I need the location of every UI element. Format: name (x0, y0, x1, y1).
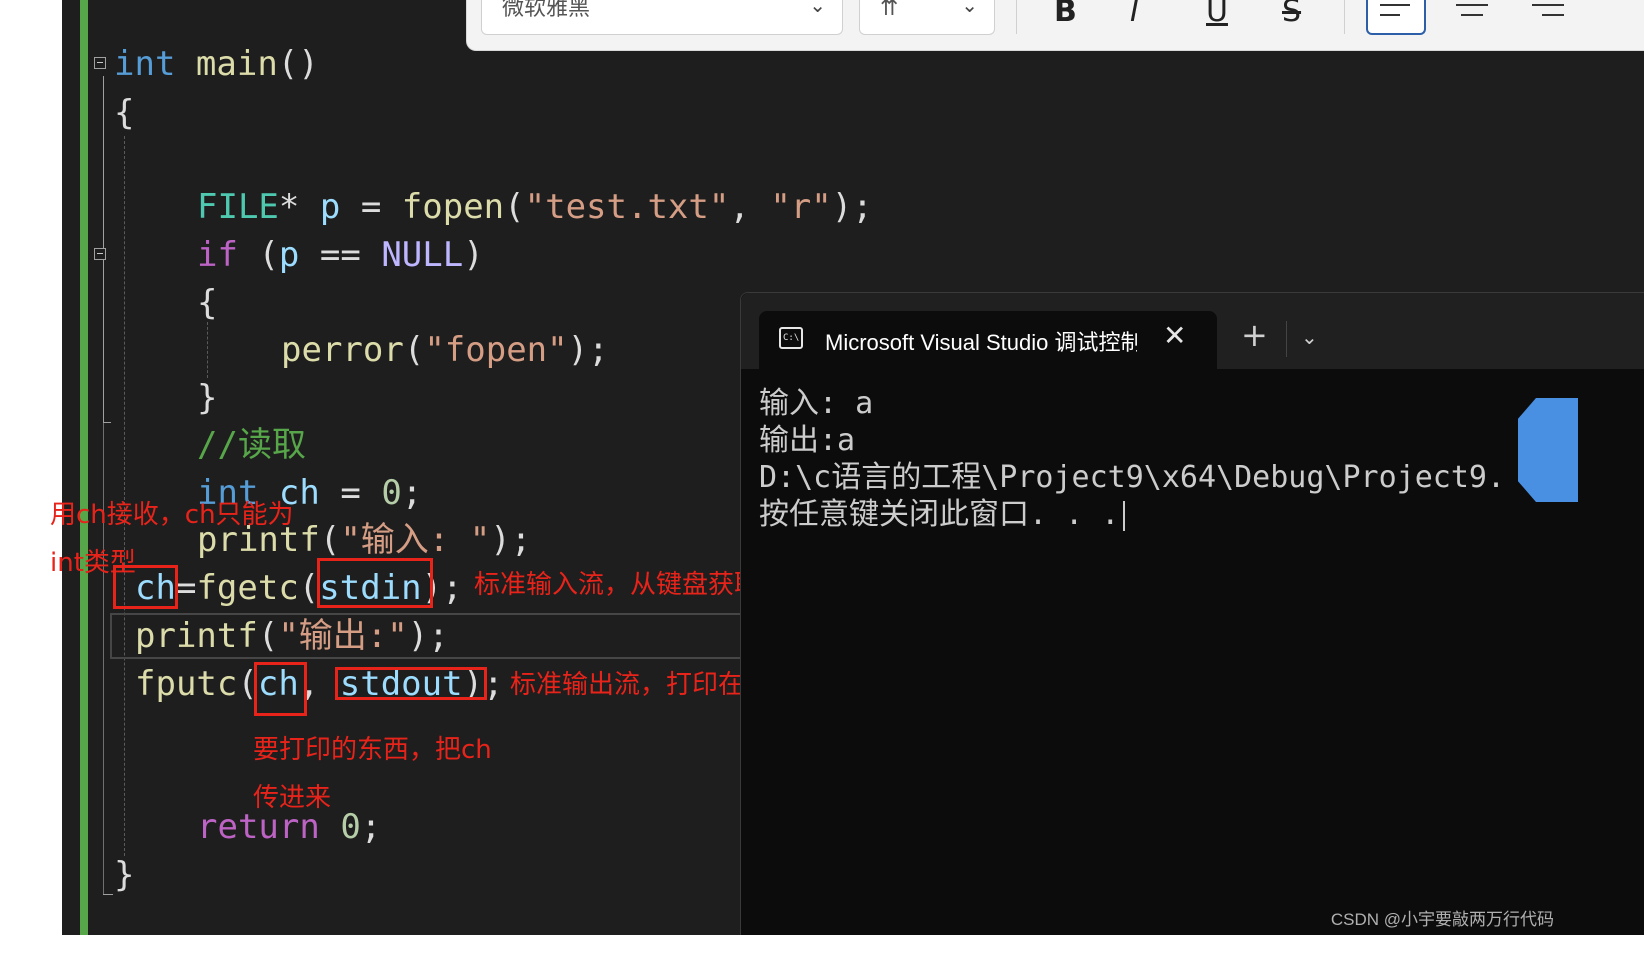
bottom-margin (0, 935, 1644, 979)
highlight-box-stdin (317, 558, 433, 608)
indent-guide (124, 136, 125, 856)
annotation-ch-type: 用ch接收，ch只能为 (50, 500, 294, 530)
code-line-2: { (114, 93, 135, 133)
strikethrough-button[interactable]: S (1282, 0, 1301, 29)
toolbar-divider (1344, 0, 1345, 34)
font-family-select[interactable]: 微软雅黑 ⌄ (481, 0, 843, 35)
align-right-button[interactable] (1532, 4, 1564, 24)
text-cursor (1123, 500, 1126, 531)
outline-tick (103, 894, 113, 895)
chevron-down-icon: ⌄ (961, 0, 978, 17)
font-family-value: 微软雅黑 (502, 0, 591, 21)
code-line-brace-close: } (197, 378, 218, 418)
chevron-down-icon: ⌄ (809, 0, 826, 17)
console-output[interactable]: 输入: a 输出:a D:\c语言的工程\Project9\x64\Debug\Pr… (759, 385, 1505, 533)
font-size-icon: ⇈ (880, 0, 899, 21)
console-line: 输入: a (759, 386, 874, 421)
annotation-print-2: 传进来 (253, 783, 332, 813)
chevron-down-icon[interactable]: ⌄ (1301, 325, 1318, 349)
code-line-fopen: FILE* p = fopen("test.txt", "r"); (197, 187, 873, 227)
annotation-ch-type-2: int类型 (50, 548, 136, 578)
align-left-icon (1380, 4, 1410, 24)
code-line-1: int main() (114, 44, 319, 84)
tab-title: Microsoft Visual Studio 调试控制台 (825, 330, 1137, 355)
outline-tick (103, 422, 111, 423)
close-icon[interactable]: ✕ (1163, 319, 1186, 352)
font-size-select[interactable]: ⇈ ⌄ (859, 0, 995, 35)
console-line: D:\c语言的工程\Project9\x64\Debug\Project9. (759, 460, 1506, 495)
terminal-tab[interactable]: Microsoft Visual Studio 调试控制台 ✕ (759, 311, 1217, 369)
toolbar-divider (1016, 0, 1017, 34)
outline-line (103, 422, 104, 894)
tab-divider (1286, 321, 1287, 357)
underline-button[interactable]: U (1206, 0, 1228, 29)
align-center-button[interactable] (1456, 4, 1488, 24)
left-margin (0, 0, 62, 935)
code-line-printf-output: printf("输出:"); (135, 616, 449, 656)
change-indicator-bar (80, 0, 88, 935)
console-line-text: 按任意键关闭此窗口. . . (759, 497, 1120, 532)
fold-toggle-icon[interactable] (94, 248, 106, 260)
italic-button[interactable]: I (1130, 0, 1139, 29)
fold-toggle-icon[interactable] (94, 57, 106, 69)
code-line-perror: perror("fopen"); (281, 330, 609, 370)
code-line-last: } (114, 855, 135, 895)
code-comment: //读取 (197, 425, 306, 465)
debug-console-window[interactable]: Microsoft Visual Studio 调试控制台 ✕ + ⌄ 输入: … (740, 292, 1644, 936)
annotation-stdin: 标准输入流，从键盘获取 (474, 570, 761, 600)
code-line-if: if (p == NULL) (197, 235, 484, 275)
new-tab-button[interactable]: + (1241, 319, 1268, 351)
floating-assistant-icon[interactable] (1518, 398, 1578, 502)
terminal-tabbar: Microsoft Visual Studio 调试控制台 ✕ + ⌄ (741, 293, 1644, 369)
console-line: 按任意键关闭此窗口. . . (759, 496, 1505, 533)
bold-button[interactable]: B (1054, 0, 1077, 29)
highlight-box-ch-arg (254, 662, 307, 716)
console-line: 输出:a (759, 423, 856, 458)
highlight-box-stdout (335, 667, 487, 700)
code-line-brace: { (197, 283, 218, 323)
watermark: CSDN @小宇要敲两万行代码 (1330, 910, 1554, 929)
console-icon (779, 327, 803, 349)
indent-guide (207, 322, 208, 378)
align-left-button[interactable] (1366, 0, 1426, 35)
annotation-print: 要打印的东西，把ch (253, 735, 492, 765)
